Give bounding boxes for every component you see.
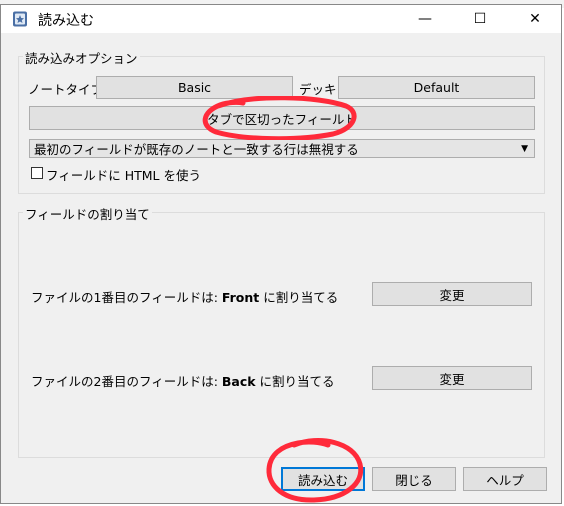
allow-html-checkbox[interactable] (31, 167, 43, 179)
change-button-label: 変更 (439, 287, 465, 303)
mapping-prefix: ファイルの2番目のフィールドは: (31, 374, 222, 389)
close-window-button[interactable]: ✕ (512, 5, 558, 33)
duplicate-mode-select[interactable]: 最初のフィールドが既存のノートと一致する行は無視する ▼ (29, 139, 535, 158)
field-mapping-group (18, 212, 545, 458)
delimiter-label: タブで区切ったフィールド (207, 111, 357, 127)
minimize-icon: — (418, 11, 432, 27)
note-type-value: Basic (177, 80, 212, 95)
import-button-label: 読み込む (297, 472, 348, 488)
deck-value: Default (413, 80, 460, 95)
field-mapping-label: フィールドの割り当て (23, 204, 152, 223)
delimiter-button[interactable]: タブで区切ったフィールド (29, 106, 535, 130)
field-mapping-row-1: ファイルの1番目のフィールドは: Front に割り当てる (31, 287, 338, 306)
close-icon: ✕ (529, 11, 541, 27)
note-type-button[interactable]: Basic (96, 76, 293, 99)
mapping-target: Back (221, 374, 256, 389)
import-button[interactable]: 読み込む (281, 467, 365, 491)
help-button-label: ヘルプ (486, 472, 524, 488)
import-dialog: 読み込む — ☐ ✕ 読み込みオプション ノートタイプ Basic デッキ De… (0, 4, 562, 504)
anki-app-icon (13, 11, 27, 27)
close-button-label: 閉じる (395, 472, 433, 488)
close-button[interactable]: 閉じる (372, 467, 456, 491)
allow-html-label[interactable]: フィールドに HTML を使う (46, 165, 201, 184)
help-button[interactable]: ヘルプ (463, 467, 547, 491)
deck-label: デッキ (299, 82, 337, 97)
title-bar: 読み込む — ☐ ✕ (1, 5, 561, 33)
minimize-button[interactable]: — (402, 5, 448, 33)
change-mapping-button-2[interactable]: 変更 (372, 366, 532, 390)
change-mapping-button-1[interactable]: 変更 (372, 282, 532, 306)
duplicate-mode-value: 最初のフィールドが既存のノートと一致する行は無視する (34, 142, 359, 157)
mapping-target: Front (221, 290, 260, 305)
mapping-suffix: に割り当てる (255, 374, 335, 389)
note-type-label: ノートタイプ (28, 82, 104, 97)
dropdown-arrow-icon: ▼ (521, 144, 528, 154)
change-button-label: 変更 (439, 371, 465, 387)
deck-button[interactable]: Default (338, 76, 535, 99)
window-title: 読み込む (38, 13, 94, 29)
import-options-label: 読み込みオプション (23, 48, 140, 67)
mapping-prefix: ファイルの1番目のフィールドは: (31, 290, 222, 305)
maximize-button[interactable]: ☐ (457, 5, 503, 33)
mapping-suffix: に割り当てる (259, 290, 339, 305)
maximize-icon: ☐ (473, 11, 487, 27)
field-mapping-row-2: ファイルの2番目のフィールドは: Back に割り当てる (31, 371, 335, 390)
